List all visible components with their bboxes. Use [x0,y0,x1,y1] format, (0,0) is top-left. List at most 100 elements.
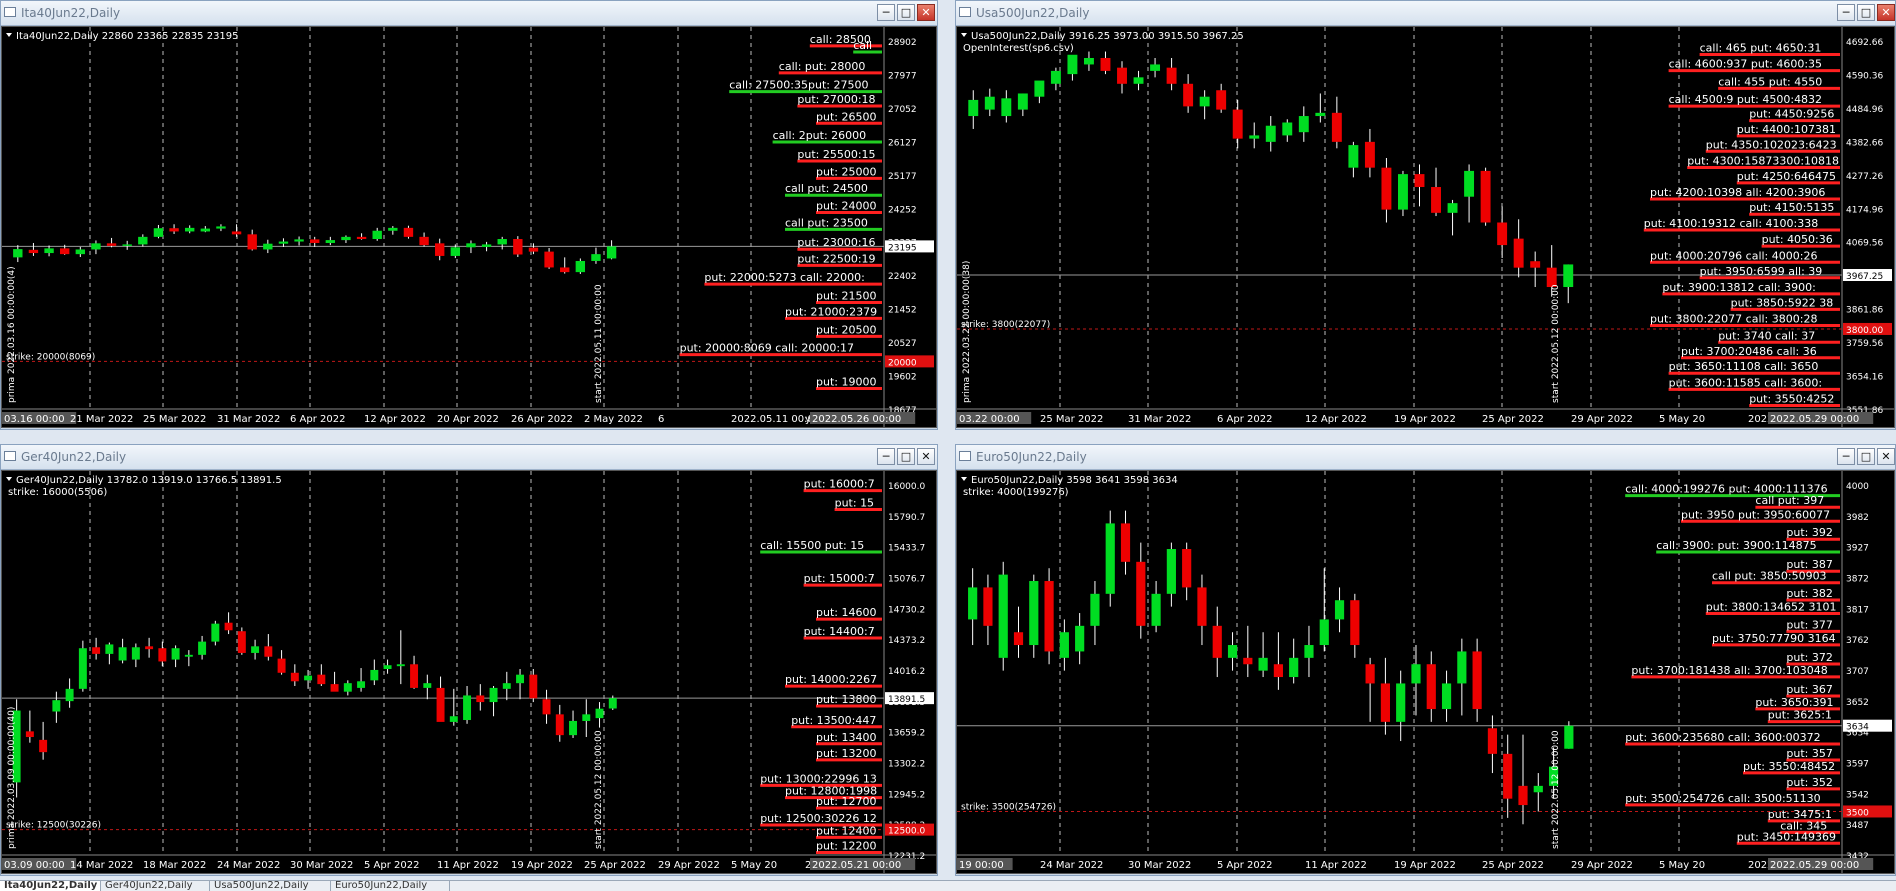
chart-area[interactable]: strike: 3800(22077) call: 465 put: 4650:3… [956,26,1895,428]
candle-body [608,698,617,709]
chart-area[interactable]: strike: 3500(254726) call: 4000:199276 pu… [956,470,1895,874]
option-label: put: 20500 [816,323,876,336]
option-label: put: 4200:10398 all: 4200:3906 [1650,186,1825,199]
minimize-button[interactable]: ─ [1837,4,1855,21]
candle-body [1503,753,1513,799]
candle-body [529,674,538,699]
option-label: put: 3550:4252 [1749,393,1834,406]
option-label: call: 4500:9 put: 4500:4832 [1669,93,1822,106]
candlestick-chart: strike: 20000(8069)call: 28500callcall: … [2,27,936,427]
candle-body [449,716,458,722]
chart-window-euro50[interactable]: Euro50Jun22,Daily ─ □ ✕ strike: 3500(254… [955,444,1896,876]
close-button[interactable]: ✕ [1877,4,1895,21]
option-label: put: 22500:19 [797,252,875,265]
candle-body [396,664,405,667]
candle-body [544,251,554,268]
option-label: put: 3950 put: 3950:60077 [1681,508,1830,521]
chart-area[interactable]: strike: 12500(30226) put: 16000:7 put: 15 c… [1,470,937,874]
candle-body [290,672,299,682]
chart-window-ita40[interactable]: Ita40Jun22,Daily ─ □ ✕ strike: 20000(806… [0,0,938,430]
chart-window-ger40[interactable]: Ger40Jun22,Daily ─ □ ✕ strike: 12500(302… [0,444,938,876]
option-label: put: 14600 [816,606,876,619]
option-label: put: 26500 [816,110,876,123]
window-titlebar[interactable]: Euro50Jun22,Daily ─ □ ✕ [956,445,1895,470]
start-text: start 2022.05.12 00:00:00 [1551,284,1561,403]
date-axis-label: 29 Apr 2022 [1571,860,1633,871]
candle-body [264,646,273,657]
date-axis-label: 25 Mar 2022 [143,414,206,425]
maximize-button[interactable]: □ [1857,4,1875,21]
chart-menu-arrow-icon [6,477,12,481]
candle-body [370,669,379,681]
candle-body [1183,83,1194,107]
option-label: put: 19000 [816,375,876,388]
candle-body [1212,625,1222,658]
start-text: start 2022.05.12 00:00:00 [594,730,604,849]
option-label: put: 4100:19312 call: 4100:338 [1644,217,1818,230]
prima-text: prima 2022.03.22 00:00:00(38) [962,261,972,403]
window-titlebar[interactable]: Usa500Jun22,Daily ─ □ ✕ [956,1,1895,26]
price-axis-label: 4692.66 [1846,38,1883,48]
candle-body [1067,54,1078,75]
chart-area[interactable]: strike: 20000(8069) call: 28500 call call: … [1,26,937,428]
close-button[interactable]: ✕ [917,448,935,465]
close-button[interactable]: ✕ [1877,448,1895,465]
candle-body [1227,645,1238,658]
candle-body [1258,657,1268,671]
candle-body [1396,683,1406,722]
option-label: put: 3650:391 [1755,696,1833,709]
date-axis-label: 18 Mar 2022 [143,860,206,871]
price-axis-label: 25177 [888,172,917,182]
option-label: put: 3500:254726 call: 3500:51130 [1625,792,1820,805]
date-axis-label: 24 Mar 2022 [217,860,280,871]
date-axis-label: 19 Apr 2022 [511,860,573,871]
window-titlebar[interactable]: Ger40Jun22,Daily ─ □ ✕ [1,445,937,470]
candle-body [466,243,476,248]
price-axis-label: 3487 [1846,821,1869,831]
option-label: put: 4400:107381 [1737,123,1836,136]
date-axis-label: 12 Apr 2022 [1305,414,1367,425]
candle-body [1431,187,1441,213]
option-label: put: 14400:7 [804,625,875,638]
minimize-button[interactable]: ─ [1837,448,1855,465]
candle-body [463,695,472,721]
chart-subheader: strike: 16000(5506) [8,487,107,498]
minimize-button[interactable]: ─ [877,4,895,21]
candle-body [1034,80,1045,97]
maximize-button[interactable]: □ [897,448,915,465]
strike-text: strike: 12500(30226) [6,821,101,831]
price-axis-label: 14373.2 [888,636,925,646]
minimize-button[interactable]: ─ [877,448,895,465]
strike-price-value: 3500 [1846,808,1869,818]
date-axis-label: 30 Mar 2022 [290,860,353,871]
candle-body [277,658,286,673]
candle-body [1298,116,1309,133]
candle-body [476,695,485,703]
maximize-button[interactable]: □ [1857,448,1875,465]
option-label: put: 3600:235680 call: 3600:00372 [1625,731,1820,744]
option-label: put: 25500:15 [797,148,875,161]
date-axis-label: 6 Apr 2022 [290,414,345,425]
candle-body [516,674,525,684]
candle-body [1472,651,1482,710]
price-axis-label: 21452 [888,306,917,316]
candle-body [410,664,419,688]
date-axis-label: 14 Mar 2022 [70,860,133,871]
chart-window-usa500[interactable]: Usa500Jun22,Daily ─ □ ✕ strike: 3800(220… [955,0,1896,430]
close-button[interactable]: ✕ [917,4,935,21]
price-axis-label: 4069.56 [1846,239,1883,249]
candle-body [1530,261,1541,268]
date-axis-label: 6 Apr 2022 [1217,414,1272,425]
option-label: call: 15500 put: 15 [760,539,864,552]
candle-body [1546,267,1557,288]
price-axis-label: 4382.66 [1846,138,1883,148]
candle-body [372,230,382,240]
candlestick-chart: strike: 3500(254726)call: 4000:199276 pu… [957,471,1894,873]
window-titlebar[interactable]: Ita40Jun22,Daily ─ □ ✕ [1,1,937,26]
option-label: put: 13200 [816,747,876,760]
option-label: put: 3700:20486 call: 36 [1681,345,1817,358]
candle-body [1365,664,1375,684]
maximize-button[interactable]: □ [897,4,915,21]
candle-body [1232,109,1243,139]
candle-body [122,244,132,246]
